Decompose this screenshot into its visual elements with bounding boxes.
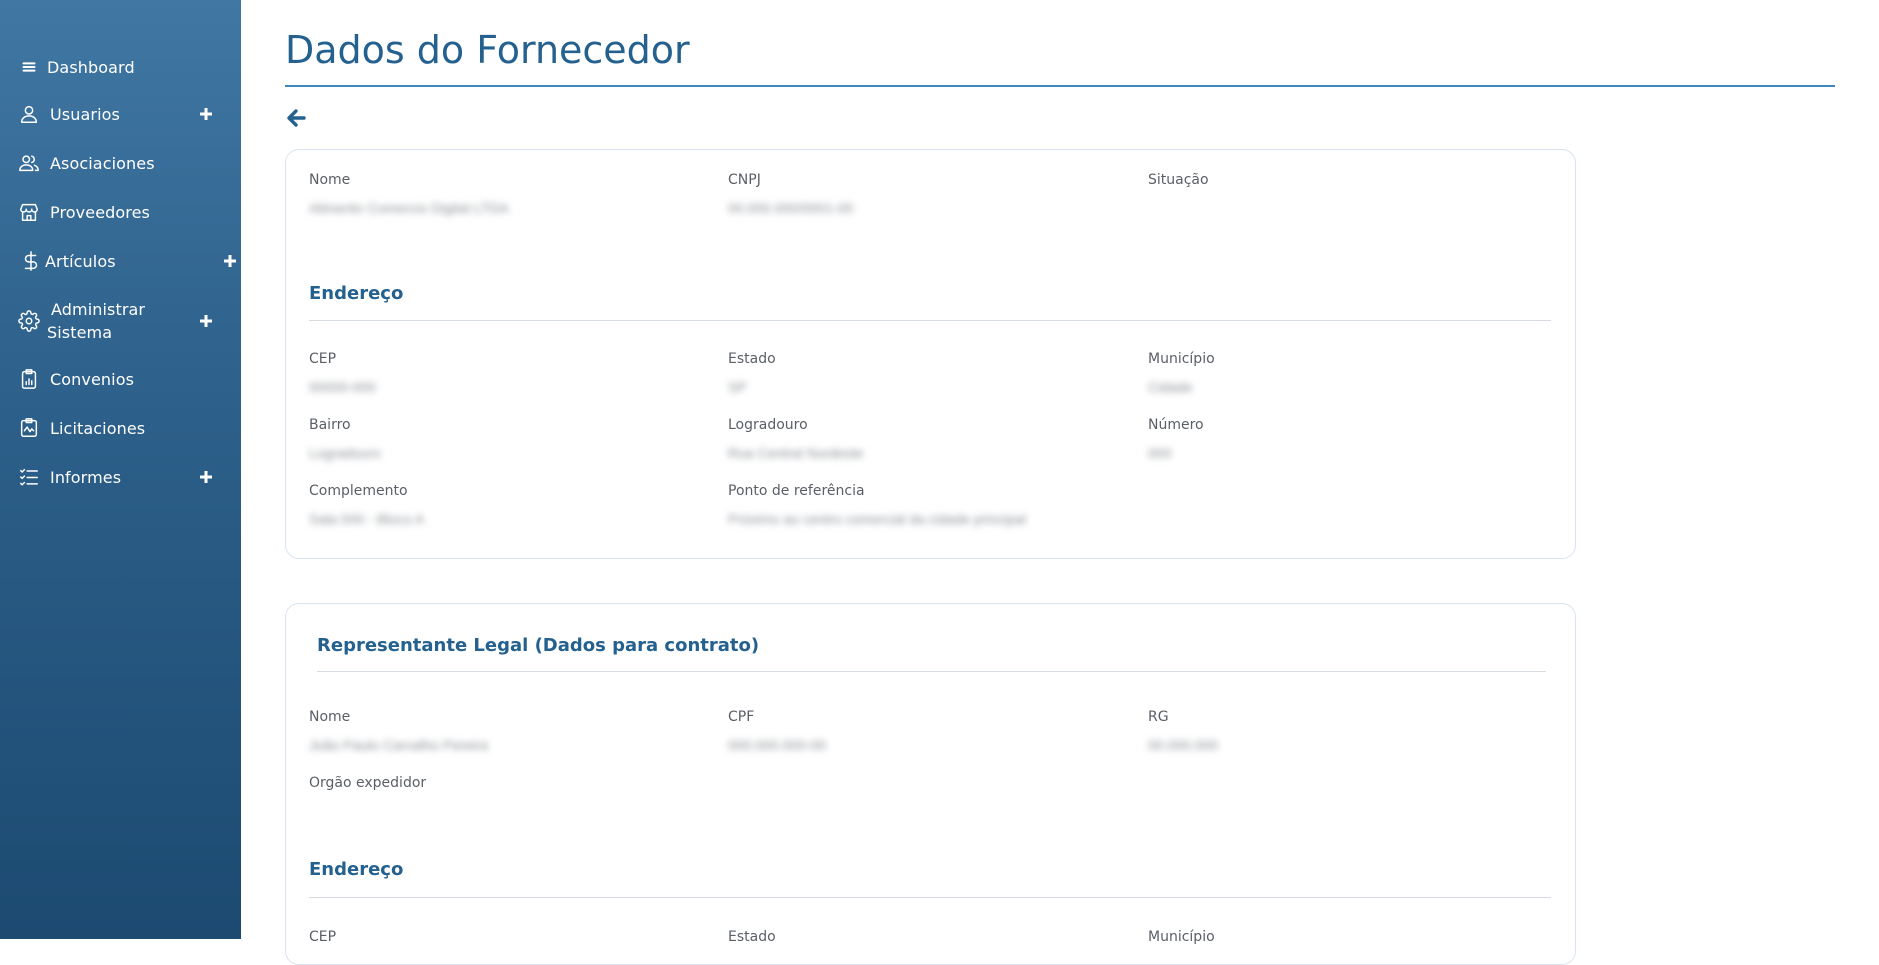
menu-icon: [17, 55, 41, 79]
sidebar-item-label: Dashboard: [47, 57, 135, 77]
field-value-estado: SP: [728, 379, 747, 395]
field-label-estado: Estado: [728, 351, 776, 367]
field-label-logradouro: Logradouro: [728, 417, 808, 433]
field-label-complemento: Complemento: [309, 483, 408, 499]
chart-pulse-icon: [17, 416, 41, 440]
back-arrow-icon[interactable]: [284, 106, 308, 130]
user-icon: [17, 102, 41, 126]
field-value-nome: Alimento Comercio Digital LTDA: [309, 200, 509, 216]
sidebar-item-administrar-sistema[interactable]: Administrar Sistema: [0, 298, 241, 344]
section-divider: [309, 897, 1551, 898]
sidebar-item-label-line1: Administrar: [51, 300, 146, 319]
sidebar-item-usuarios[interactable]: Usuarios: [0, 97, 241, 131]
field-label-bairro: Bairro: [309, 417, 351, 433]
users-icon: [17, 151, 41, 175]
field-value-logradouro: Rua Central Nordeste: [728, 445, 864, 461]
field-label-cpf: CPF: [728, 709, 755, 725]
sidebar-item-label: Proveedores: [50, 202, 150, 222]
sidebar-item-label: Usuarios: [50, 104, 120, 124]
field-label-rep-cep: CEP: [309, 929, 337, 945]
field-value-bairro: Logradouro: [309, 445, 381, 461]
supplier-card: Nome Alimento Comercio Digital LTDA CNPJ…: [285, 149, 1576, 559]
field-label-referencia: Ponto de referência: [728, 483, 865, 499]
sidebar-item-asociaciones[interactable]: Asociaciones: [0, 146, 241, 180]
field-value-cpf: 000.000.000-00: [728, 737, 827, 753]
representative-section-title: Representante Legal (Dados para contrato…: [317, 635, 760, 656]
dollar-icon: [19, 249, 43, 273]
field-value-cep: 00000-000: [309, 379, 376, 395]
field-label-municipio: Município: [1148, 351, 1215, 367]
expand-plus-icon[interactable]: [222, 253, 238, 269]
field-value-rg: 00.000.000: [1148, 737, 1219, 753]
sidebar-item-label: Informes: [50, 467, 122, 487]
field-label-rep-nome: Nome: [309, 709, 351, 725]
sidebar-item-licitaciones[interactable]: Licitaciones: [0, 411, 241, 445]
section-divider: [317, 671, 1546, 672]
address-section-title: Endereço: [309, 283, 404, 304]
gear-icon: [17, 309, 41, 333]
sidebar-item-label: Asociaciones: [50, 153, 155, 173]
field-label-situacao: Situação: [1148, 172, 1209, 188]
field-label-cep: CEP: [309, 351, 337, 367]
field-label-numero: Número: [1148, 417, 1204, 433]
sidebar: Dashboard Usuarios Asociaciones Proveedo…: [0, 0, 241, 939]
sidebar-item-label: Convenios: [50, 369, 135, 389]
expand-plus-icon[interactable]: [198, 469, 214, 485]
sidebar-item-label-line2: Sistema: [47, 323, 113, 342]
expand-plus-icon[interactable]: [198, 106, 214, 122]
field-value-cnpj: 00.000.000/0001-00: [728, 200, 854, 216]
sidebar-item-convenios[interactable]: Convenios: [0, 362, 241, 396]
representative-card: Representante Legal (Dados para contrato…: [285, 603, 1576, 965]
section-divider: [309, 320, 1551, 321]
sidebar-item-label: Licitaciones: [50, 418, 146, 438]
field-value-rep-nome: João Paulo Carvalho Pereira: [309, 737, 488, 753]
sidebar-item-informes[interactable]: Informes: [0, 460, 241, 494]
title-divider: [285, 85, 1835, 87]
field-label-rg: RG: [1148, 709, 1169, 725]
field-value-numero: 000: [1148, 445, 1172, 461]
field-label-cnpj: CNPJ: [728, 172, 761, 188]
field-label-nome: Nome: [309, 172, 351, 188]
field-value-referencia: Próximo ao centro comercial da cidade pr…: [728, 511, 1027, 527]
field-value-municipio: Cidade: [1148, 379, 1193, 395]
page-title: Dados do Fornecedor: [285, 28, 690, 72]
checklist-icon: [17, 465, 41, 489]
expand-plus-icon[interactable]: [198, 313, 214, 329]
store-icon: [17, 200, 41, 224]
sidebar-item-articulos[interactable]: Artículos: [0, 244, 241, 278]
clipboard-chart-icon: [17, 367, 41, 391]
field-label-orgao: Orgão expedidor: [309, 775, 427, 791]
sidebar-item-dashboard[interactable]: Dashboard: [0, 50, 241, 84]
sidebar-item-proveedores[interactable]: Proveedores: [0, 195, 241, 229]
sidebar-item-label: Artículos: [45, 251, 116, 271]
field-label-rep-estado: Estado: [728, 929, 776, 945]
rep-address-section-title: Endereço: [309, 859, 404, 880]
field-label-rep-municipio: Município: [1148, 929, 1215, 945]
field-value-complemento: Sala 000 - Bloco A: [309, 511, 425, 527]
